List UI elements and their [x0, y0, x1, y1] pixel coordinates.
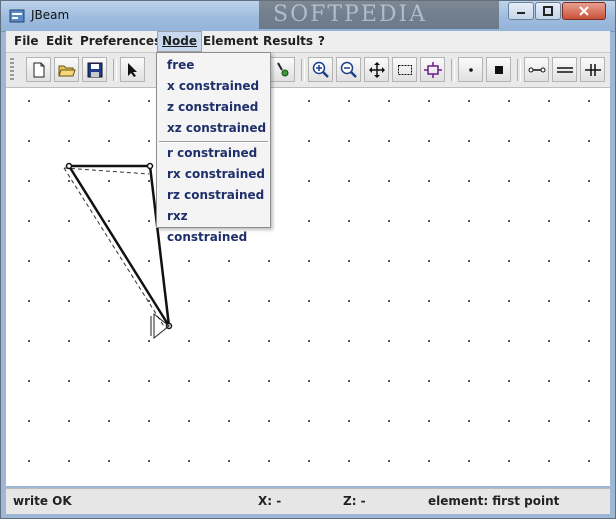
open-button[interactable] [54, 57, 79, 82]
node-tool-icon [276, 62, 288, 76]
zoom-fit-button[interactable] [420, 57, 445, 82]
pan-move-icon [368, 61, 385, 78]
menu-results[interactable]: Results [259, 31, 317, 52]
close-button[interactable] [562, 2, 606, 20]
toolbar-separator [517, 59, 521, 81]
beam-element-button[interactable] [524, 57, 549, 82]
toolbar-separator [301, 59, 305, 81]
zoom-in-button[interactable] [308, 57, 333, 82]
node-menu-dropdown: free x constrained z constrained xz cons… [156, 52, 271, 244]
zoom-fit-icon [423, 61, 442, 78]
menu-edit[interactable]: Edit [42, 31, 77, 52]
menu-preferences[interactable]: Preferences [76, 31, 165, 52]
truss-element-button[interactable] [552, 57, 577, 82]
status-element-mode: element: first point [428, 494, 560, 508]
menu-node[interactable]: Node [157, 31, 203, 52]
watermark-logo: SOFTPEDIA [259, 1, 499, 29]
zoom-window-icon [397, 64, 412, 75]
menu-item-rx-constrained[interactable]: rx constrained [157, 164, 270, 185]
truss-element-icon [556, 66, 573, 73]
app-window: JBeam SOFTPEDIA File Edit Preferences No… [0, 0, 616, 519]
open-folder-icon [57, 65, 76, 76]
app-icon [9, 9, 25, 23]
drawing-canvas[interactable] [6, 88, 610, 486]
select-tool-button[interactable] [120, 57, 145, 82]
zoom-out-button[interactable] [336, 57, 361, 82]
toolbar-grip[interactable] [10, 58, 14, 82]
zoom-out-icon [340, 61, 357, 78]
menu-help[interactable]: ? [314, 31, 329, 52]
window-title: JBeam [31, 8, 70, 22]
menu-item-x-constrained[interactable]: x constrained [157, 76, 270, 97]
menu-item-free[interactable]: free [157, 55, 270, 76]
minimize-button[interactable] [508, 2, 534, 20]
status-x-coordinate: X: - [258, 494, 282, 508]
toolbar-separator [113, 59, 117, 81]
status-z-coordinate: Z: - [343, 494, 366, 508]
menu-item-rz-constrained[interactable]: rz constrained [157, 185, 270, 206]
title-bar[interactable]: JBeam SOFTPEDIA [1, 1, 615, 32]
status-bar: write OK X: - Z: - element: first point [6, 488, 610, 514]
free-node-icon [468, 67, 473, 72]
status-message: write OK [13, 494, 72, 508]
zoom-window-button[interactable] [392, 57, 417, 82]
deformed-shape-line [63, 167, 166, 329]
new-file-icon [33, 62, 44, 77]
minimize-icon [517, 12, 525, 14]
menu-item-r-constrained[interactable]: r constrained [157, 143, 270, 164]
fixed-node-icon [494, 65, 503, 74]
menu-file[interactable]: File [10, 31, 43, 52]
fixed-node-button[interactable] [486, 57, 511, 82]
save-disk-icon [87, 62, 102, 77]
spring-element-button[interactable] [580, 57, 605, 82]
menu-bar: File Edit Preferences Node Element Resul… [6, 31, 610, 53]
menu-item-z-constrained[interactable]: z constrained [157, 97, 270, 118]
menu-element[interactable]: Element [199, 31, 262, 52]
close-icon [579, 6, 589, 16]
beam-element-icon [528, 67, 545, 72]
node-2[interactable] [146, 162, 154, 170]
structure-drawing [63, 162, 173, 340]
menu-item-xz-constrained[interactable]: xz constrained [157, 118, 270, 139]
toolbar [6, 53, 610, 88]
zoom-in-icon [312, 61, 329, 78]
node-1[interactable] [65, 162, 73, 170]
new-file-button[interactable] [26, 57, 51, 82]
node-tool-button[interactable] [270, 57, 295, 82]
select-arrow-icon [127, 62, 137, 77]
pan-button[interactable] [364, 57, 389, 82]
maximize-icon [543, 6, 553, 16]
menu-item-rxz-constrained[interactable]: rxz constrained [157, 206, 270, 244]
free-node-button[interactable] [458, 57, 483, 82]
save-button[interactable] [82, 57, 107, 82]
toolbar-separator [451, 59, 455, 81]
spring-element-icon [584, 63, 601, 76]
maximize-button[interactable] [535, 2, 561, 20]
